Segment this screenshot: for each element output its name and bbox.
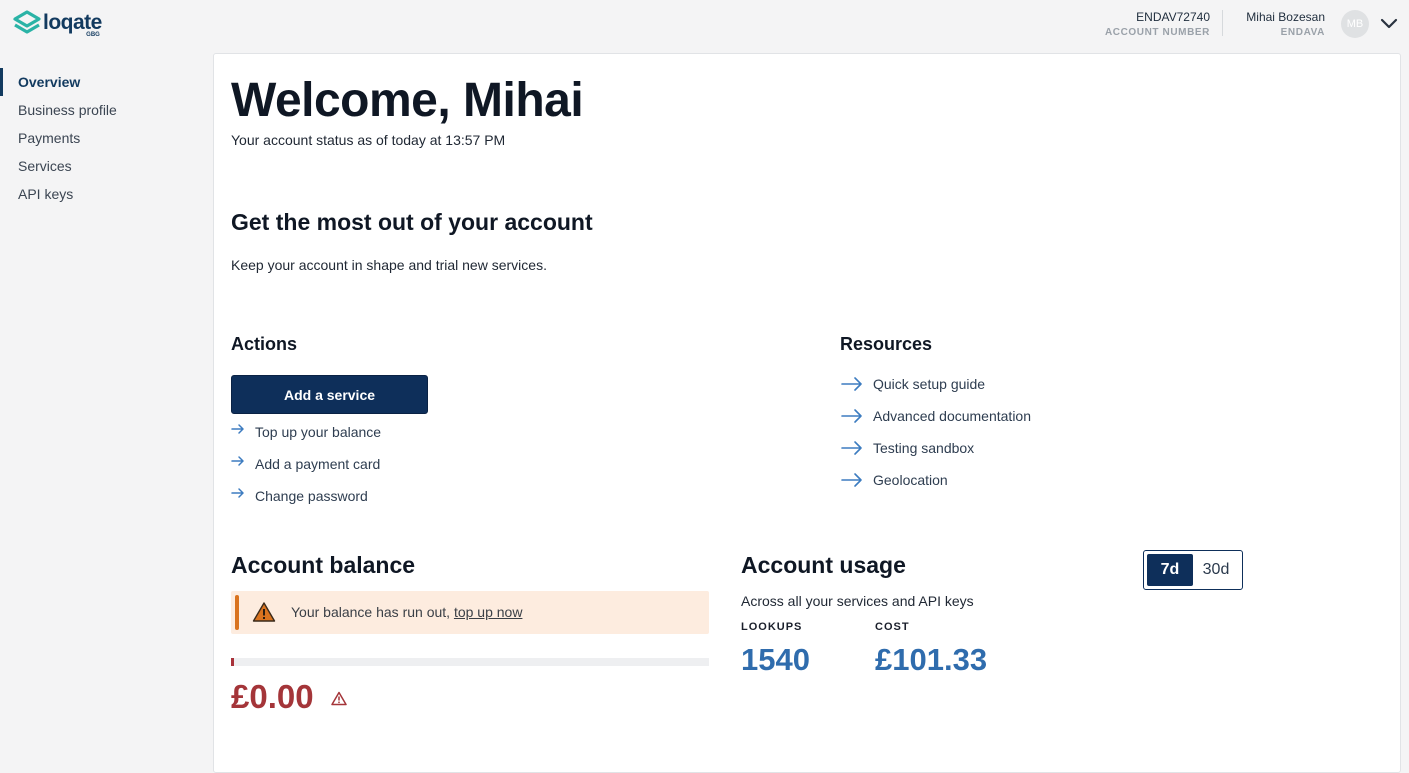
account-info: ENDAV72740 ACCOUNT NUMBER xyxy=(1105,10,1210,38)
arrow-right-icon xyxy=(231,456,244,466)
account-number: ENDAV72740 xyxy=(1136,10,1210,24)
arrow-right-icon xyxy=(841,377,862,391)
alert-text: Your balance has run out, xyxy=(291,604,454,620)
account-balance-title: Account balance xyxy=(231,552,416,578)
account-number-label: ACCOUNT NUMBER xyxy=(1104,27,1210,38)
user-info[interactable]: Mihai Bozesan ENDAVA xyxy=(1246,10,1325,38)
link-label: Testing sandbox xyxy=(873,440,975,456)
sidebar-nav: Overview Business profile Payments Servi… xyxy=(0,68,200,208)
alert-message: Your balance has run out, top up now xyxy=(291,604,522,620)
advanced-documentation-link[interactable]: Advanced documentation xyxy=(841,408,1031,424)
lookups-value: 1540 xyxy=(741,642,810,677)
user-name: Mihai Bozesan xyxy=(1246,10,1325,24)
header-divider xyxy=(1222,10,1223,36)
main-card: Welcome, Mihai Your account status as of… xyxy=(213,53,1401,773)
logo[interactable]: loqate GBG xyxy=(12,10,104,42)
add-payment-card-link[interactable]: Add a payment card xyxy=(231,456,380,472)
warning-icon xyxy=(331,691,347,706)
section-title: Get the most out of your account xyxy=(231,209,593,235)
period-30d-button[interactable]: 30d xyxy=(1193,554,1239,586)
logo-subtext: GBG xyxy=(86,32,100,38)
cost-label: COST xyxy=(875,621,910,633)
actions-title: Actions xyxy=(231,334,298,354)
period-toggle: 7d 30d xyxy=(1143,550,1243,590)
chevron-down-icon[interactable] xyxy=(1379,14,1399,34)
alert-accent-bar xyxy=(235,595,239,630)
account-usage-subtitle: Across all your services and API keys xyxy=(741,593,974,609)
arrow-right-icon xyxy=(231,488,244,498)
arrow-right-icon xyxy=(841,409,862,423)
top-header: loqate GBG ENDAV72740 ACCOUNT NUMBER Mih… xyxy=(0,0,1409,52)
loqate-logo-icon xyxy=(13,10,41,34)
cost-value: £101.33 xyxy=(875,642,988,677)
sidebar-item-api-keys[interactable]: API keys xyxy=(0,180,200,208)
sidebar-item-overview[interactable]: Overview xyxy=(0,68,200,96)
account-usage-title: Account usage xyxy=(741,552,906,578)
top-up-balance-link[interactable]: Top up your balance xyxy=(231,424,381,440)
change-password-link[interactable]: Change password xyxy=(231,488,368,504)
balance-amount: £0.00 xyxy=(231,678,314,715)
geolocation-link[interactable]: Geolocation xyxy=(841,472,948,488)
period-7d-button[interactable]: 7d xyxy=(1147,554,1193,586)
balance-alert: Your balance has run out, top up now xyxy=(231,591,709,634)
balance-progress-fill xyxy=(231,658,234,666)
avatar[interactable]: MB xyxy=(1341,10,1369,38)
link-label: Change password xyxy=(255,488,368,504)
link-label: Geolocation xyxy=(873,472,948,488)
add-service-button[interactable]: Add a service xyxy=(231,375,428,414)
link-label: Add a payment card xyxy=(255,456,381,472)
resources-title: Resources xyxy=(840,334,933,354)
user-org: ENDAVA xyxy=(1280,27,1325,38)
lookups-label: LOOKUPS xyxy=(741,621,803,633)
top-up-now-link[interactable]: top up now xyxy=(454,604,523,620)
arrow-right-icon xyxy=(231,424,244,434)
balance-progress-bar xyxy=(231,658,709,666)
section-subtitle: Keep your account in shape and trial new… xyxy=(231,257,547,273)
arrow-right-icon xyxy=(841,441,862,455)
link-label: Advanced documentation xyxy=(873,408,1031,424)
sidebar-item-payments[interactable]: Payments xyxy=(0,124,200,152)
account-status-text: Your account status as of today at 13:57… xyxy=(231,132,506,148)
testing-sandbox-link[interactable]: Testing sandbox xyxy=(841,440,974,456)
warning-icon xyxy=(252,602,276,622)
quick-setup-guide-link[interactable]: Quick setup guide xyxy=(841,376,985,392)
sidebar-item-business-profile[interactable]: Business profile xyxy=(0,96,200,124)
sidebar-item-services[interactable]: Services xyxy=(0,152,200,180)
link-label: Quick setup guide xyxy=(873,376,986,392)
arrow-right-icon xyxy=(841,473,862,487)
link-label: Top up your balance xyxy=(255,424,382,440)
page-title: Welcome, Mihai xyxy=(231,74,584,127)
